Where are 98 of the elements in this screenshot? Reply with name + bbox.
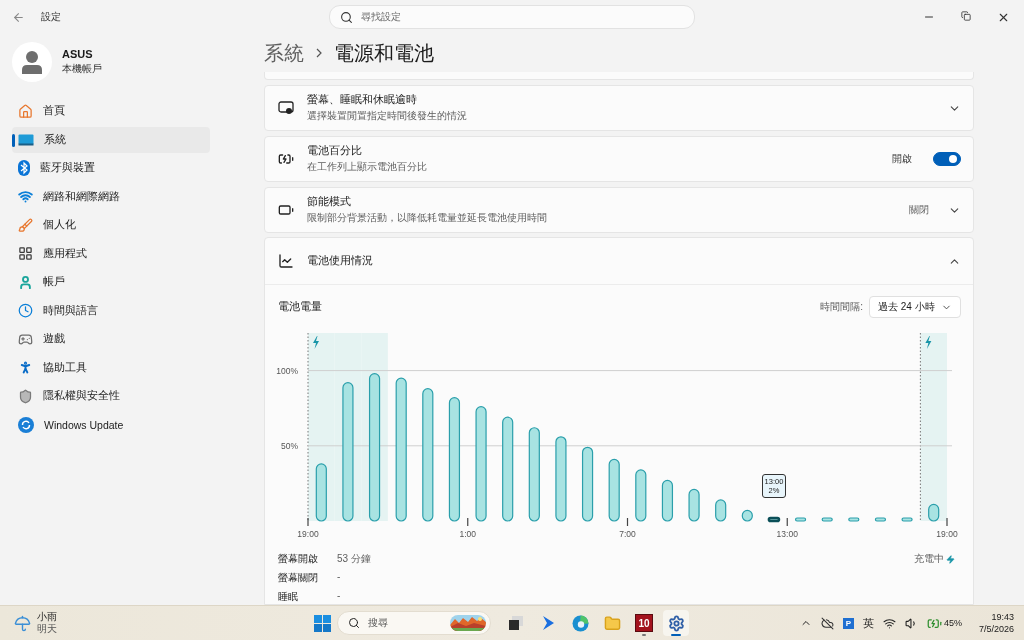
screen-sleep-icon	[278, 101, 294, 115]
setting-description: 在工作列上顯示電池百分比	[307, 160, 428, 174]
sidebar-item[interactable]: Windows Update	[12, 411, 210, 438]
chevron-right-icon	[316, 48, 322, 58]
tray-app[interactable]: P	[842, 617, 854, 629]
page-title: 電源和電池	[334, 40, 434, 66]
setting-card[interactable]: 節能模式 限制部分背景活動，以降低耗電量並延長電池使用時間 關閉	[264, 187, 974, 233]
axis-label: 100%	[276, 365, 298, 376]
brush-icon	[18, 217, 33, 233]
sidebar-item[interactable]: 系統	[12, 126, 210, 153]
weather-condition: 小雨	[37, 611, 57, 623]
sidebar-item[interactable]: 網路和網際網路	[12, 183, 210, 210]
clock-icon	[18, 303, 33, 318]
browser-icon	[571, 614, 589, 632]
setting-title: 節能模式	[307, 195, 352, 209]
input-method[interactable]: 英	[862, 615, 874, 631]
setting-description: 選擇裝置閒置指定時間後發生的情況	[307, 109, 468, 123]
interval-dropdown[interactable]: 過去 24 小時	[869, 296, 961, 318]
sidebar-item[interactable]: 隱私權與安全性	[12, 383, 210, 409]
wifi-icon	[18, 189, 33, 204]
axis-label: 19:00	[297, 529, 319, 539]
account-type: 本機帳戶	[62, 62, 102, 76]
breadcrumb-parent[interactable]: 系統	[264, 39, 304, 67]
setting-title: 螢幕、睡眠和休眠逾時	[307, 93, 418, 107]
update-icon	[18, 416, 34, 433]
tick-mark	[626, 517, 629, 527]
home-icon	[18, 103, 33, 119]
tick-mark	[307, 517, 309, 527]
tick-mark	[786, 517, 788, 527]
apps-icon	[18, 246, 33, 261]
accessibility-icon	[18, 360, 33, 375]
setting-value: 關閉	[909, 203, 929, 217]
selection-indicator	[12, 133, 15, 147]
person-icon	[18, 274, 33, 290]
sidebar-item[interactable]: 藍牙與裝置	[12, 155, 210, 181]
battery-charging-icon	[278, 151, 294, 167]
window-title: 設定	[41, 10, 61, 24]
stat-value: -	[337, 590, 342, 603]
battery-icon	[278, 202, 294, 218]
axis-label: 50%	[281, 440, 298, 451]
battery-percent: 45%	[943, 618, 962, 628]
axis-label: 1:00	[459, 529, 476, 539]
interval-label: 時間間隔:	[820, 300, 863, 314]
sidebar-item[interactable]: 個人化	[12, 212, 210, 238]
toggle-switch[interactable]	[933, 152, 961, 166]
search-field[interactable]: 尋找設定	[329, 5, 695, 29]
setting-title: 電池百分比	[307, 144, 363, 158]
umbrella-icon	[14, 614, 31, 632]
gamepad-icon	[18, 331, 33, 347]
weather-day: 明天	[37, 623, 57, 635]
setting-card[interactable]: 電池百分比 在工作列上顯示電池百分比 開啟	[264, 136, 974, 182]
tick-mark	[946, 517, 948, 527]
back-icon[interactable]	[12, 10, 25, 24]
charging-status: 充電中	[914, 552, 944, 566]
restore-icon[interactable]	[961, 10, 971, 21]
clock-time[interactable]: 19:43	[991, 611, 1014, 623]
shield-icon	[18, 388, 33, 404]
stat-value: 53 分鐘	[337, 552, 371, 566]
monitor-icon	[18, 133, 34, 146]
task-view-icon	[508, 615, 524, 631]
stat-label: 螢幕關閉	[278, 571, 319, 585]
sidebar-item[interactable]: 協助工具	[12, 354, 210, 381]
sidebar-item[interactable]: 時間與語言	[12, 297, 210, 324]
taskbar-app[interactable]	[663, 610, 689, 636]
search-icon	[348, 617, 360, 629]
windows-logo-icon[interactable]	[314, 614, 331, 632]
tick-mark	[467, 517, 469, 527]
axis-label: 13:00	[776, 529, 798, 539]
setting-description: 限制部分背景活動，以降低耗電量並延長電池使用時間	[307, 211, 548, 225]
axis-label: 7:00	[619, 529, 636, 539]
axis-label: 19:00	[936, 529, 958, 539]
lightning-icon	[946, 554, 955, 564]
line-chart-icon	[278, 253, 294, 269]
settings-icon	[667, 614, 685, 632]
user-name: ASUS	[62, 48, 94, 60]
toggle-state: 開啟	[892, 152, 912, 166]
sidebar-item[interactable]: 首頁	[12, 98, 210, 124]
bluetooth-icon	[18, 160, 30, 176]
search-icon	[340, 10, 353, 24]
volume-icon[interactable]	[904, 616, 918, 630]
search-placeholder: 尋找設定	[361, 10, 401, 24]
cloud-off-icon[interactable]	[820, 616, 834, 630]
person-icon	[21, 50, 43, 74]
chart-title: 電池電量	[278, 300, 322, 314]
taskbar-search[interactable]: 搜尋	[337, 611, 491, 635]
wifi-icon[interactable]	[882, 616, 896, 630]
search-placeholder: 搜尋	[368, 616, 389, 630]
chevron-app-icon	[541, 615, 555, 631]
stat-label: 睡眠	[278, 590, 299, 604]
sidebar-item[interactable]: 遊戲	[12, 326, 210, 352]
folder-icon	[603, 614, 621, 632]
stat-label: 螢幕開啟	[278, 552, 319, 566]
sidebar-item[interactable]: 帳戶	[12, 269, 210, 295]
stat-value: -	[337, 571, 342, 584]
clock-date[interactable]: 7/5/2026	[978, 623, 1014, 635]
sidebar-item[interactable]: 應用程式	[12, 240, 210, 267]
setting-card[interactable]: 螢幕、睡眠和休眠逾時 選擇裝置閒置指定時間後發生的情況	[264, 85, 974, 131]
section-title: 電池使用情況	[307, 254, 374, 268]
